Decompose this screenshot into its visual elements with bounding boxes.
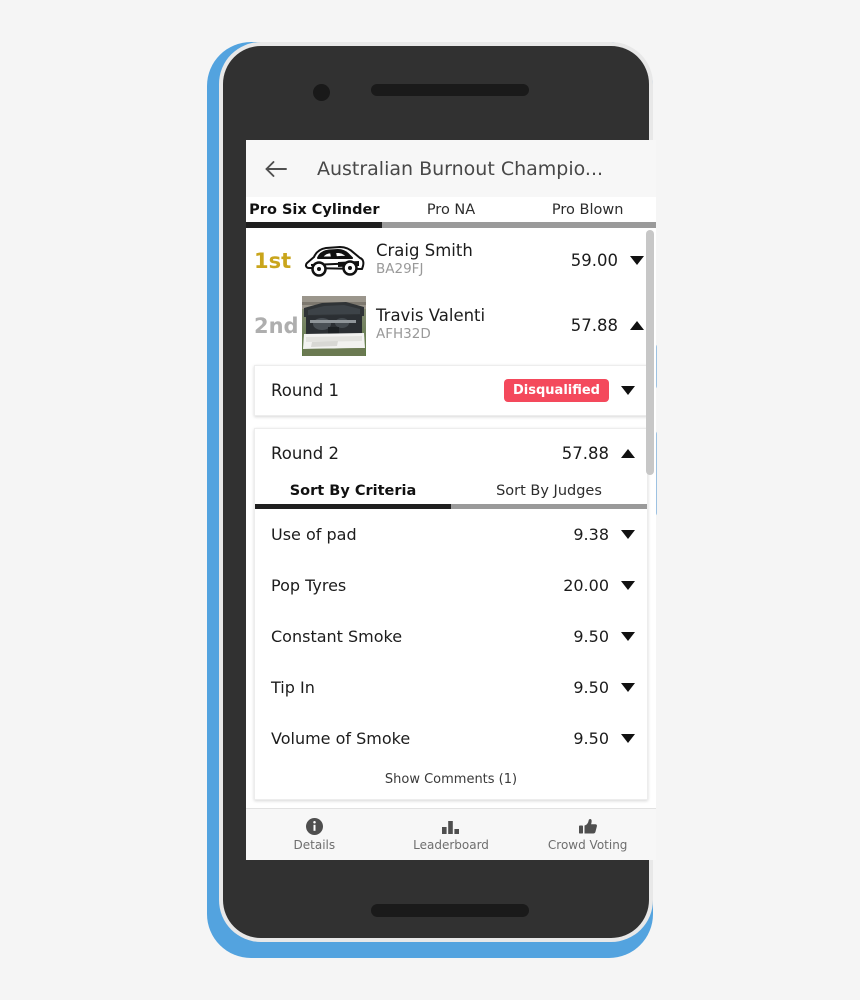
competitor-info: Travis Valenti AFH32D [376, 306, 571, 344]
scrollbar-track[interactable] [646, 228, 654, 814]
chevron-down-icon[interactable] [621, 632, 635, 641]
chevron-down-icon[interactable] [621, 581, 635, 590]
tab-sort-by-judges[interactable]: Sort By Judges [451, 483, 647, 499]
chevron-down-icon[interactable] [621, 734, 635, 743]
competitor-plate: AFH32D [376, 326, 431, 343]
competitor-row-1[interactable]: 1st Craig Smith BA29FJ 59.00 [246, 228, 656, 293]
earpiece-speaker [371, 84, 529, 96]
criteria-row[interactable]: Tip In 9.50 [255, 662, 647, 713]
criteria-label: Tip In [271, 678, 315, 697]
front-camera-icon [313, 84, 330, 101]
competitor-score: 57.88 [570, 316, 618, 335]
chevron-down-icon[interactable] [630, 256, 644, 265]
criteria-score: 9.50 [573, 729, 609, 748]
scrollbar-thumb[interactable] [646, 230, 654, 475]
bottom-navigation: Details Leaderboard Crowd Voting [246, 808, 656, 860]
nav-label: Details [293, 837, 336, 852]
phone-frame: Australian Burnout Champio... Pro Six Cy… [207, 42, 657, 958]
tab-pro-na[interactable]: Pro NA [383, 202, 520, 218]
competitor-score: 59.00 [570, 251, 618, 270]
chevron-down-icon[interactable] [621, 386, 635, 395]
page-title: Australian Burnout Champio... [316, 157, 604, 180]
show-comments-link[interactable]: Show Comments (1) [255, 764, 647, 799]
chevron-up-icon[interactable] [630, 321, 644, 330]
criteria-row[interactable]: Constant Smoke 9.50 [255, 611, 647, 662]
criteria-label: Pop Tyres [271, 576, 347, 595]
criteria-label: Use of pad [271, 525, 357, 544]
nav-label: Crowd Voting [547, 837, 628, 852]
back-button[interactable] [256, 149, 296, 189]
tab-pro-six-cylinder[interactable]: Pro Six Cylinder [246, 202, 383, 218]
sort-tab-indicator-thumb [255, 504, 451, 509]
tab-indicator-thumb [246, 222, 383, 228]
criteria-label: Volume of Smoke [271, 729, 411, 748]
tab-sort-by-criteria[interactable]: Sort By Criteria [255, 483, 451, 499]
criteria-score: 20.00 [563, 576, 609, 595]
criteria-row[interactable]: Volume of Smoke 9.50 [255, 713, 647, 764]
tab-indicator-track [246, 222, 656, 228]
nav-label: Leaderboard [413, 837, 489, 852]
competitor-info: Craig Smith BA29FJ [376, 241, 571, 279]
app-bar: Australian Burnout Champio... [246, 140, 656, 197]
car-photo-open-hood [302, 295, 366, 356]
criteria-row[interactable]: Pop Tyres 20.00 [255, 560, 647, 611]
round-card-1: Round 1 Disqualified [254, 365, 648, 416]
chevron-up-icon[interactable] [621, 449, 635, 458]
round-title: Round 1 [271, 381, 339, 400]
nav-item-leaderboard[interactable]: Leaderboard [383, 818, 520, 852]
phone-body: Australian Burnout Champio... Pro Six Cy… [223, 46, 657, 938]
place-label: 1st [254, 248, 292, 273]
leaderboard-scroll-area[interactable]: 1st Craig Smith BA29FJ 59.00 2nd Travis … [246, 228, 656, 814]
arrow-left-icon [264, 159, 288, 179]
bar-chart-icon [441, 818, 461, 835]
criteria-row[interactable]: Use of pad 9.38 [255, 509, 647, 560]
car-line-art-icon [302, 239, 366, 283]
round-card-2: Round 2 57.88 Sort By Criteria Sort By J… [254, 428, 648, 800]
chevron-down-icon[interactable] [621, 683, 635, 692]
competitor-plate: BA29FJ [376, 261, 424, 278]
nav-item-details[interactable]: Details [246, 817, 383, 852]
competitor-name: Travis Valenti [376, 306, 486, 326]
thumbs-up-icon [578, 818, 598, 835]
criteria-score: 9.50 [573, 627, 609, 646]
round-header[interactable]: Round 1 Disqualified [255, 366, 647, 415]
place-label: 2nd [254, 313, 299, 338]
competitor-name: Craig Smith [376, 241, 473, 261]
criteria-score: 9.38 [573, 525, 609, 544]
round-header[interactable]: Round 2 57.88 [255, 429, 647, 478]
category-tabs: Pro Six Cylinder Pro NA Pro Blown [246, 197, 656, 228]
chevron-down-icon[interactable] [621, 530, 635, 539]
sort-tabs: Sort By Criteria Sort By Judges [255, 478, 647, 509]
round-title: Round 2 [271, 444, 339, 463]
status-badge: Disqualified [504, 379, 609, 402]
tab-pro-blown[interactable]: Pro Blown [519, 202, 656, 218]
phone-screen: Australian Burnout Champio... Pro Six Cy… [246, 140, 656, 860]
home-indicator-bar [371, 904, 529, 917]
competitor-row-2[interactable]: 2nd Travis Valenti AFH32D 57.88 [246, 293, 656, 358]
nav-item-crowd-voting[interactable]: Crowd Voting [519, 818, 656, 852]
criteria-label: Constant Smoke [271, 627, 403, 646]
round-score: 57.88 [561, 444, 609, 463]
info-circle-icon [305, 817, 323, 835]
criteria-score: 9.50 [573, 678, 609, 697]
